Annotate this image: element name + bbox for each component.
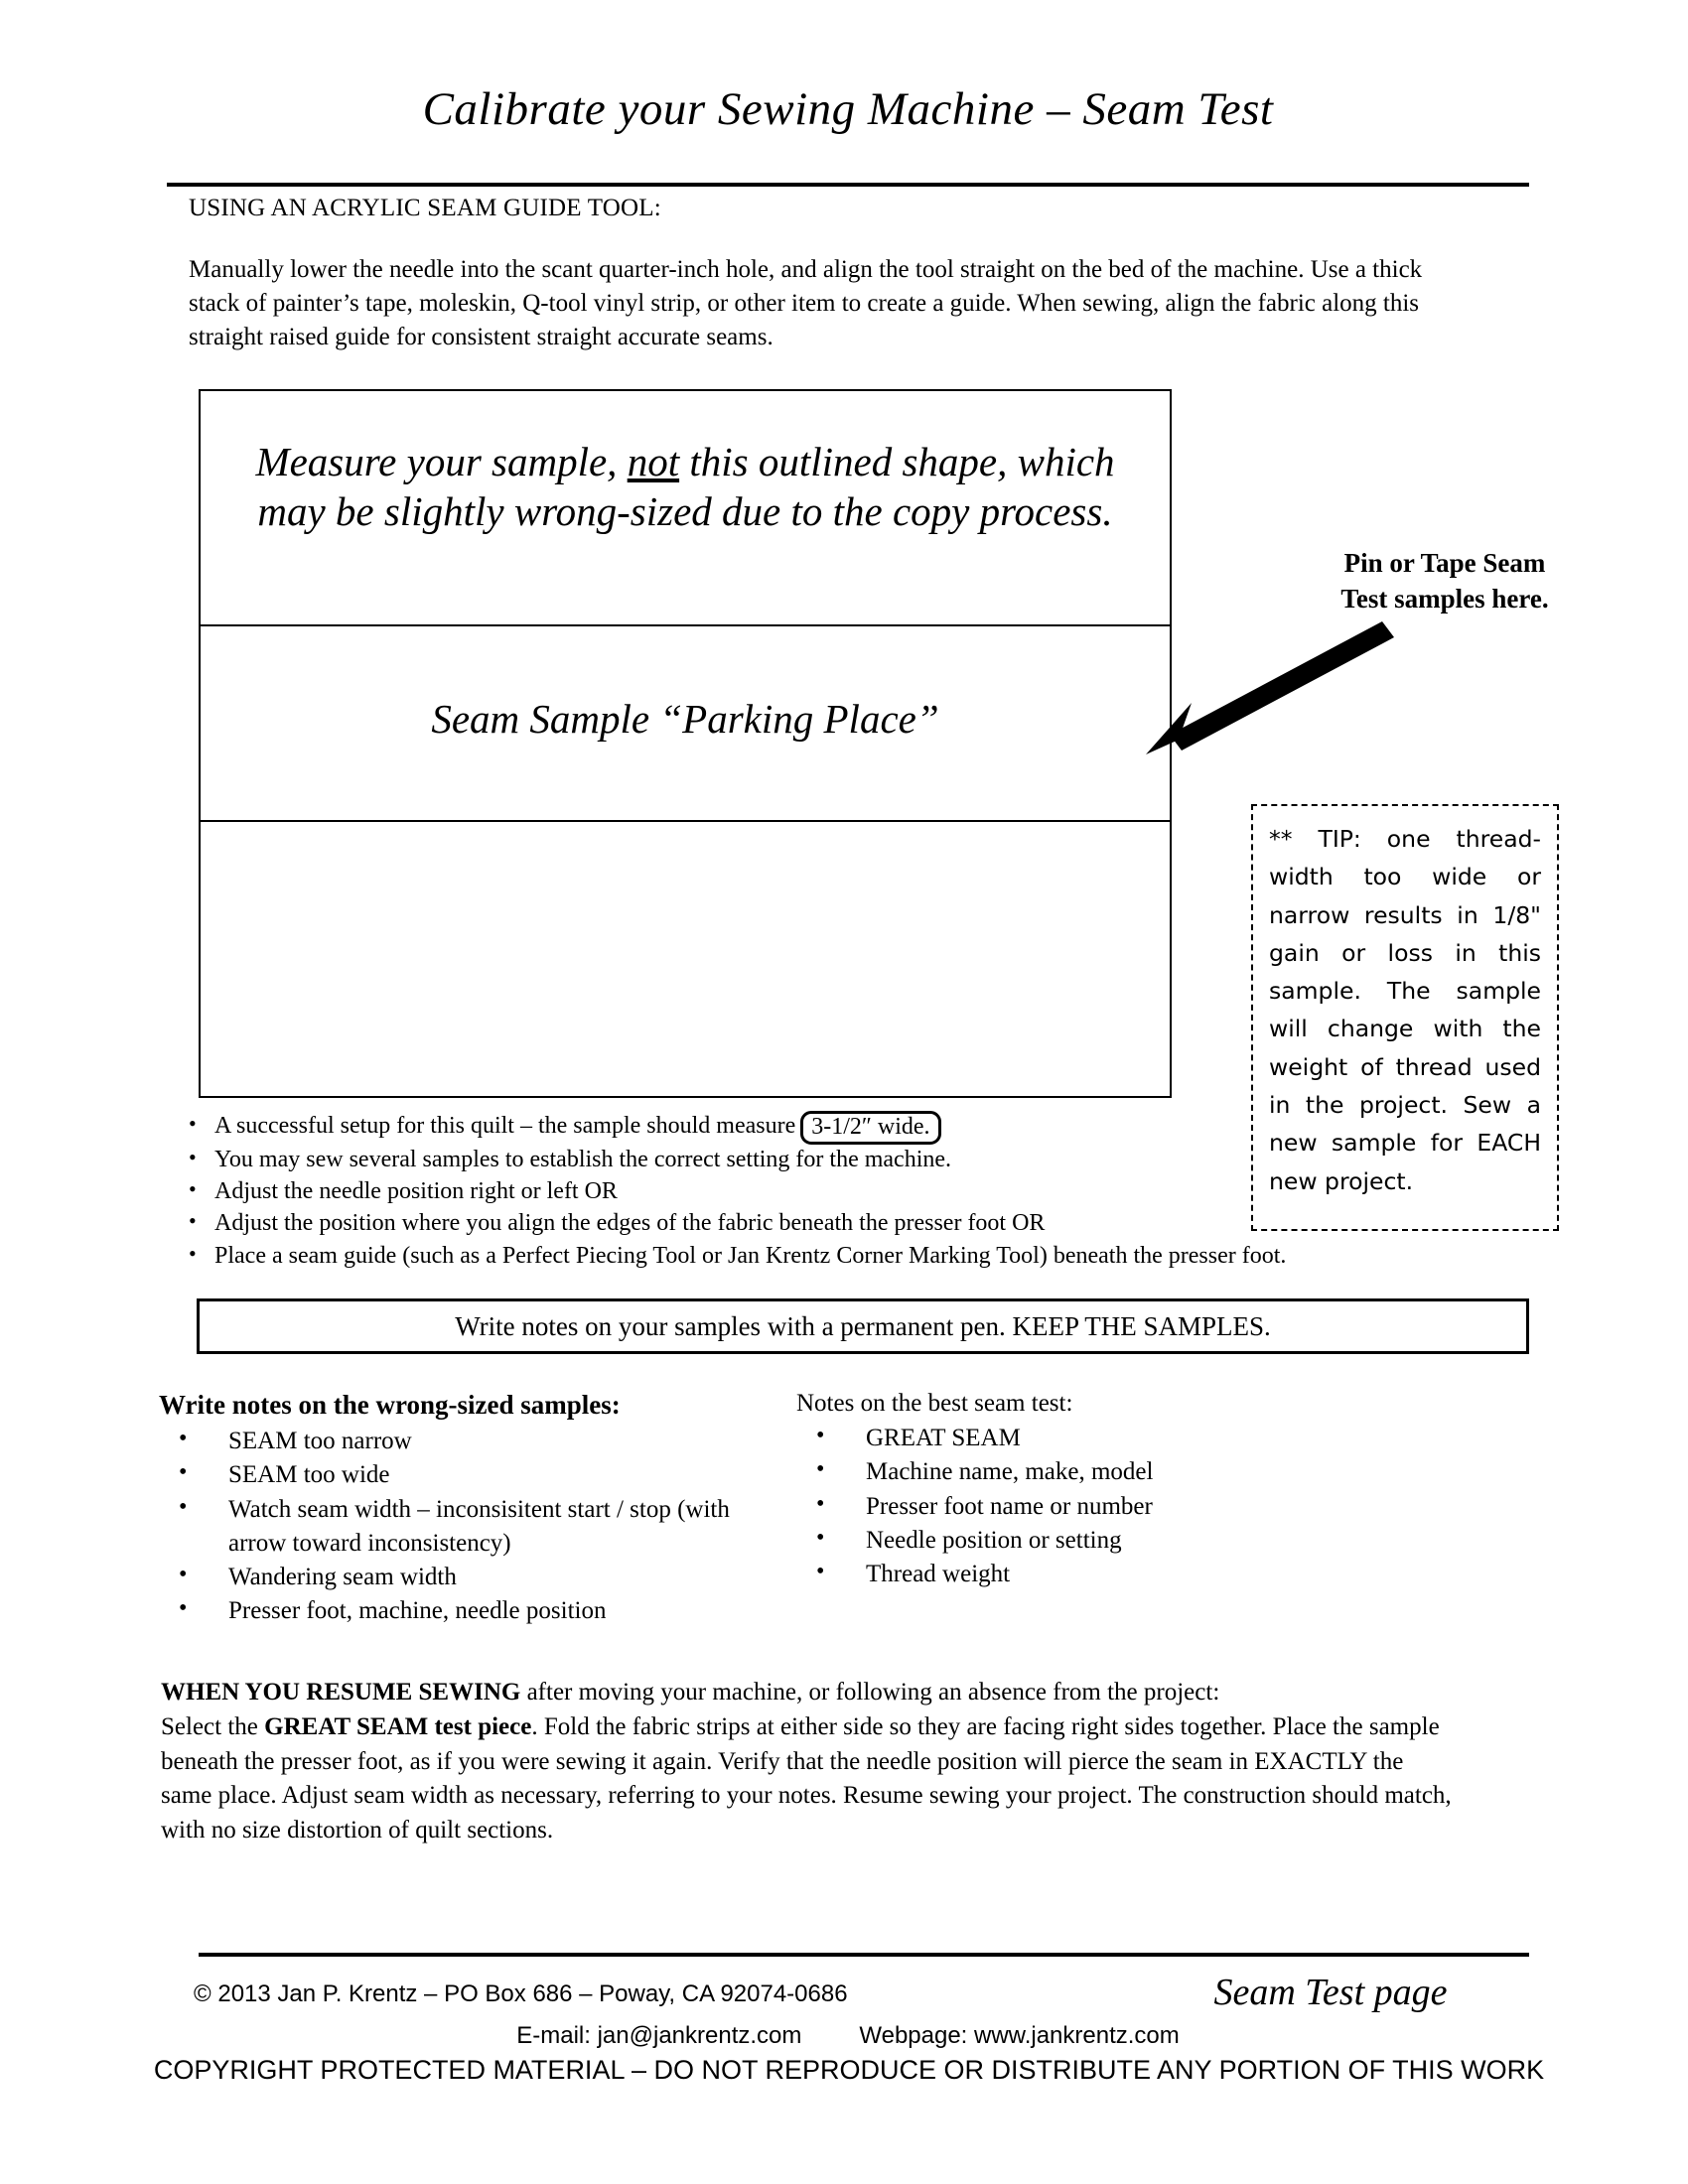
footer-email: E-mail: jan@jankrentz.com [516, 2022, 802, 2049]
list-item: Machine name, make, model [794, 1453, 1350, 1489]
resume-line2-pre: Select the [161, 1712, 265, 1740]
setup-bullet-list: A successful setup for this quilt – the … [167, 1109, 1428, 1272]
resume-lead-bold: WHEN YOU RESUME SEWING [161, 1679, 521, 1706]
resume-sewing-paragraph: WHEN YOU RESUME SEWING after moving your… [161, 1676, 1452, 1848]
sample-box-divider-1 [199, 624, 1172, 626]
list-item: Place a seam guide (such as a Perfect Pi… [167, 1239, 1428, 1272]
measurement-chip: 3-1/2″ wide. [800, 1111, 941, 1145]
parking-place-label: Seam Sample “Parking Place” [431, 696, 939, 742]
footer-copyright: © 2013 Jan P. Krentz – PO Box 686 – Powa… [194, 1980, 848, 2007]
list-item: Adjust the needle position right or left… [167, 1174, 1428, 1207]
section-label: USING AN ACRYLIC SEAM GUIDE TOOL: [189, 195, 661, 221]
best-seam-notes-column: Notes on the best seam test: GREAT SEAM … [794, 1390, 1350, 1591]
measure-note-emphasis: not [627, 439, 680, 484]
measure-sample-note: Measure your sample, not this outlined s… [228, 437, 1142, 536]
sample-box-divider-2 [199, 820, 1172, 822]
document-page: Calibrate your Sewing Machine – Seam Tes… [0, 0, 1688, 2184]
footer-page-name: Seam Test page [1213, 1972, 1448, 2013]
page-title: Calibrate your Sewing Machine – Seam Tes… [422, 83, 1274, 135]
wrong-sized-notes-heading: Write notes on the wrong-sized samples: [159, 1390, 621, 1420]
keep-samples-banner: Write notes on your samples with a perma… [197, 1298, 1529, 1354]
footer-contact: E-mail: jan@jankrentz.com Webpage: www.ja… [167, 2022, 1529, 2050]
best-seam-notes-heading: Notes on the best seam test: [796, 1390, 1073, 1417]
list-item: Adjust the position where you align the … [167, 1206, 1428, 1239]
footer-divider [199, 1953, 1529, 1957]
list-item: SEAM too wide [157, 1456, 773, 1492]
intro-paragraph: Manually lower the needle into the scant… [189, 256, 1423, 350]
resume-line2-bold: GREAT SEAM test piece [264, 1712, 532, 1740]
setup-bullet-1-text: A successful setup for this quilt – the … [214, 1113, 796, 1139]
list-item: SEAM too narrow [157, 1423, 773, 1458]
footer-protected-notice: COPYRIGHT PROTECTED MATERIAL – DO NOT RE… [153, 2055, 1545, 2085]
list-item: Thread weight [794, 1556, 1350, 1591]
header-divider [167, 183, 1529, 187]
list-item: Presser foot name or number [794, 1487, 1350, 1524]
list-item: Wandering seam width [157, 1559, 773, 1594]
list-item: A successful setup for this quilt – the … [167, 1109, 1428, 1145]
list-item: Watch seam width – inconsisitent start /… [157, 1491, 773, 1562]
footer-webpage: Webpage: www.jankrentz.com [859, 2022, 1180, 2049]
list-item: Presser foot, machine, needle position [157, 1592, 773, 1628]
arrow-down-left-icon [1146, 621, 1394, 754]
measure-note-pre: Measure your sample, [255, 439, 628, 484]
resume-lead-rest: after moving your machine, or following … [520, 1679, 1220, 1706]
list-item: You may sew several samples to establish… [167, 1143, 1428, 1175]
pin-or-tape-callout: Pin or Tape Seam Test samples here. [1340, 548, 1549, 614]
keep-samples-text: Write notes on your samples with a perma… [455, 1310, 1271, 1341]
list-item: GREAT SEAM [794, 1420, 1350, 1455]
wrong-sized-notes-column: Write notes on the wrong-sized samples: … [157, 1390, 773, 1629]
list-item: Needle position or setting [794, 1522, 1350, 1558]
